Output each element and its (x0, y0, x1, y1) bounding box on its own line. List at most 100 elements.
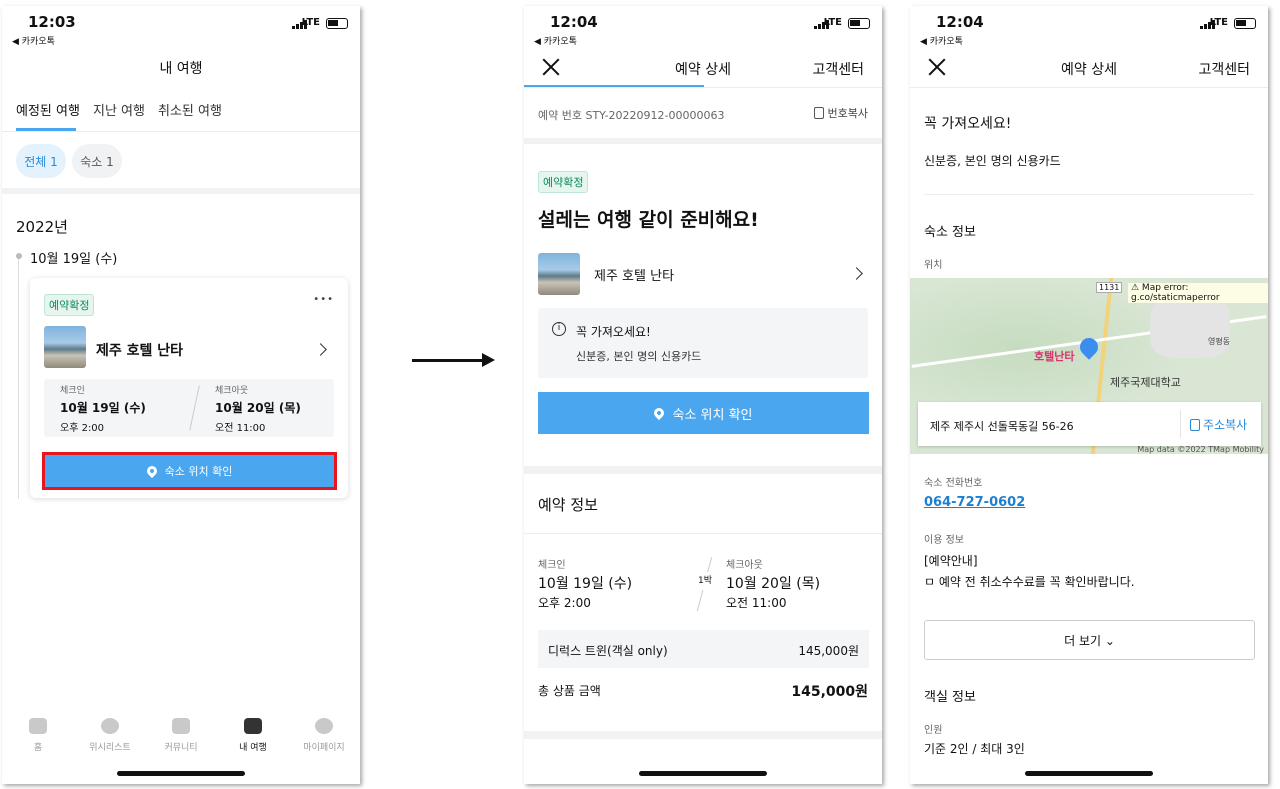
total-amount: 145,000원 (791, 684, 868, 700)
info-icon: i (552, 322, 566, 336)
phone-link[interactable]: 064-727-0602 (924, 495, 1025, 510)
nav-home[interactable]: 홈 (8, 718, 68, 753)
trip-date: 10월 19일 (수) (30, 252, 118, 267)
clock: 12:04 (550, 13, 598, 31)
trip-card[interactable]: 예약확정 ••• 제주 호텔 난타 체크인 10월 19일 (수) 오후 2:0… (30, 278, 348, 498)
home-indicator (639, 771, 767, 776)
headline: 설레는 여행 같이 준비해요! (538, 209, 759, 231)
copy-number-button[interactable]: 번호복사 (813, 105, 868, 121)
tab-cancelled[interactable]: 취소된 여행 (158, 100, 222, 119)
tab-upcoming[interactable]: 예정된 여행 (16, 100, 80, 119)
screen-booking-detail-scrolled: 12:04 ◀ 카카오톡 LTE 예약 상세 고객센터 꼭 가져오세요! 신분증… (910, 6, 1268, 784)
status-badge: 예약확정 (538, 171, 589, 193)
battery-icon (1234, 18, 1256, 29)
usage-line-2: ㅁ 예약 전 취소수수료를 꼭 확인바랍니다. (924, 575, 1135, 589)
bring-body: 신분증, 본인 명의 신용카드 (924, 154, 1061, 168)
chevron-right-icon[interactable] (314, 343, 327, 356)
screen-my-trips: 12:03 ◀ 카카오톡 LTE 내 여행 예정된 여행 지난 여행 취소된 여… (2, 6, 360, 784)
flow-arrow-head (482, 353, 495, 367)
copy-icon (813, 107, 824, 119)
map-attribution: Map data ©2022 TMap Mobility (1137, 445, 1264, 454)
battery-icon (326, 18, 348, 29)
address-card: 제주 제주시 선돌목동길 56-26 주소복사 (918, 402, 1261, 446)
address-text: 제주 제주시 선돌목동길 56-26 (930, 420, 1074, 433)
status-bar: 12:04 ◀ 카카오톡 LTE (910, 6, 1268, 50)
chip-all[interactable]: 전체 1 (16, 144, 66, 178)
hotel-name[interactable]: 제주 호텔 난타 (96, 340, 183, 360)
room-name: 디럭스 트윈(객실 only) (548, 644, 668, 658)
status-bar: 12:04 ◀ 카카오톡 LTE (524, 6, 882, 50)
clock: 12:03 (28, 13, 76, 31)
info-title: 숙소 정보 (924, 225, 976, 240)
nav-mypage[interactable]: 마이페이지 (294, 718, 354, 753)
map-hotel-label: 호텔난타 (1034, 350, 1075, 363)
status-bar: 12:03 ◀ 카카오톡 LTE (2, 6, 360, 50)
hotel-name[interactable]: 제주 호텔 난타 (594, 265, 674, 284)
back-to-kakaotalk[interactable]: ◀ 카카오톡 (920, 34, 963, 47)
nav-wishlist[interactable]: 위시리스트 (80, 718, 140, 753)
hotel-thumbnail (44, 326, 86, 368)
map-road-number: 1131 (1096, 282, 1123, 293)
checkout-date: 10월 20일 (목) (726, 576, 821, 592)
stay-dates: 체크인 10월 19일 (수) 오후 2:00 체크아웃 10월 20일 (목)… (44, 379, 334, 437)
checkin-date: 10월 19일 (수) (538, 576, 633, 592)
location-button[interactable]: 숙소 위치 확인 (538, 392, 869, 434)
chip-stay[interactable]: 숙소 1 (72, 144, 122, 178)
room-row: 디럭스 트윈(객실 only) 145,000원 (538, 630, 869, 668)
network-label: LTE (301, 17, 320, 28)
checkin-time: 오후 2:00 (60, 423, 105, 434)
network-label: LTE (1209, 17, 1228, 28)
copy-address-button[interactable]: 주소복사 (1190, 416, 1247, 433)
hotel-thumbnail (538, 253, 580, 295)
people-icon (172, 718, 190, 734)
section-title: 예약 정보 (538, 496, 598, 514)
location-pin-icon (652, 405, 667, 421)
usage-line-1: [예약안내] (924, 554, 978, 568)
booking-number: 예약 번호 STY-20220912-00000063 (538, 109, 725, 122)
checkin-date: 10월 19일 (수) (60, 401, 146, 415)
checkout-time: 오전 11:00 (726, 596, 787, 610)
notice-body: 신분증, 본인 명의 신용카드 (576, 350, 702, 363)
nav-my-trips[interactable]: 내 여행 (223, 718, 283, 753)
year-heading: 2022년 (16, 218, 68, 236)
heart-icon (101, 718, 119, 734)
status-badge: 예약확정 (44, 294, 95, 316)
back-to-kakaotalk[interactable]: ◀ 카카오톡 (12, 34, 55, 47)
page-title: 내 여행 (159, 61, 203, 77)
notice-box: i 꼭 가져오세요! 신분증, 본인 명의 신용카드 (538, 308, 868, 378)
people-value: 기준 2인 / 최대 3인 (924, 742, 1025, 756)
date-separator (189, 385, 200, 431)
more-menu-icon[interactable]: ••• (313, 294, 334, 305)
room-price: 145,000원 (798, 644, 859, 658)
more-button[interactable]: 더 보기 ⌄ (924, 620, 1255, 660)
support-link[interactable]: 고객센터 (812, 59, 864, 79)
copy-icon (1190, 418, 1200, 431)
tab-past[interactable]: 지난 여행 (93, 100, 145, 119)
address-divider (1180, 410, 1181, 438)
home-icon (29, 718, 47, 734)
bring-title: 꼭 가져오세요! (924, 116, 1012, 132)
nights-badge: 1박 (692, 572, 718, 590)
clock: 12:04 (936, 13, 984, 31)
chevron-right-icon[interactable] (850, 267, 863, 280)
location-button[interactable]: 숙소 위치 확인 (45, 455, 334, 487)
home-indicator (117, 771, 245, 776)
notice-title: 꼭 가져오세요! (576, 325, 651, 339)
room-title: 객실 정보 (924, 690, 976, 705)
network-label: LTE (823, 17, 842, 28)
total-label: 총 상품 금액 (538, 684, 601, 698)
location-pin-icon (144, 463, 159, 479)
checkin-label: 체크인 (60, 386, 85, 396)
people-label: 인원 (924, 725, 943, 736)
back-to-kakaotalk[interactable]: ◀ 카카오톡 (534, 34, 577, 47)
nav-community[interactable]: 커뮤니티 (151, 718, 211, 753)
support-link[interactable]: 고객센터 (1198, 59, 1250, 79)
home-indicator (1025, 771, 1153, 776)
divider (924, 194, 1254, 195)
flow-arrow (412, 359, 484, 362)
phone-label: 숙소 전화번호 (924, 478, 983, 489)
checkin-label: 체크인 (538, 560, 566, 571)
checkout-label: 체크아웃 (726, 560, 763, 571)
suitcase-icon (244, 718, 262, 734)
checkout-time: 오전 11:00 (215, 423, 266, 434)
